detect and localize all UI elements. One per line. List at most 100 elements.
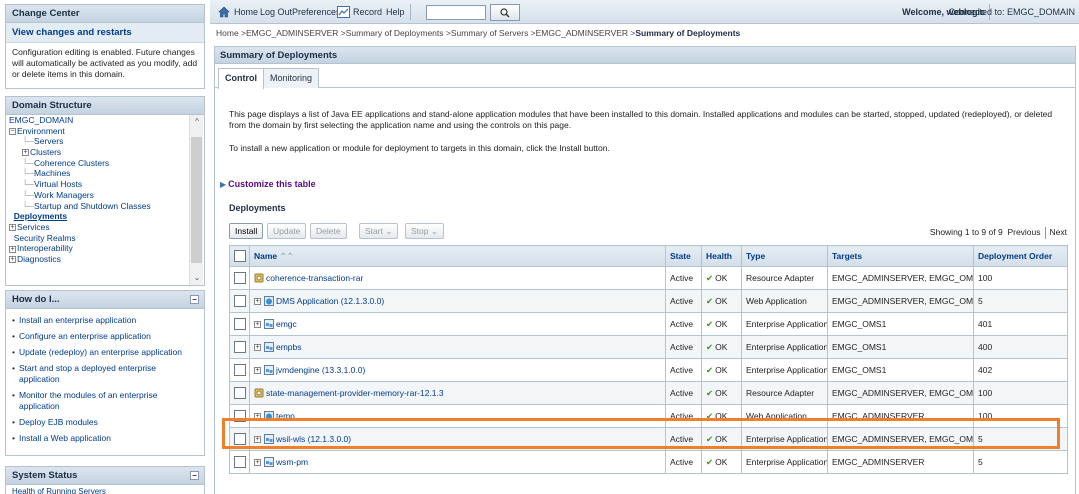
tree-item-label[interactable]: Diagnostics [17, 254, 61, 264]
customize-table-link[interactable]: ▶ Customize this table [220, 179, 316, 189]
tree-item-label[interactable]: Interoperability [17, 243, 73, 253]
tree-item[interactable]: └─Virtual Hosts [6, 179, 204, 190]
table-row[interactable]: + emgc Active ✔ OK Enterprise Application EMGC… [229, 312, 1068, 336]
how-do-i-link[interactable]: Install a Web application [12, 433, 198, 444]
tree-item-label[interactable]: Machines [34, 168, 70, 178]
row-checkbox[interactable] [234, 364, 246, 376]
tree-item[interactable]: + Diagnostics [6, 254, 204, 265]
expand-icon[interactable]: + [254, 435, 261, 443]
logout-link[interactable]: Log Out [260, 0, 292, 24]
home-icon[interactable] [218, 6, 230, 18]
table-row[interactable]: + jvmdengine (13.3.1.0.0) Active ✔ OK Enterpr… [229, 358, 1068, 382]
home-link[interactable]: Home [234, 0, 258, 24]
select-all-checkbox[interactable] [234, 250, 246, 262]
expand-icon[interactable]: + [254, 297, 261, 305]
deployment-name-link[interactable]: temp [276, 411, 295, 421]
start-dropdown[interactable]: Start ⌄ [359, 223, 399, 239]
tree-item[interactable]: + Clusters [6, 147, 204, 158]
deployment-name-link[interactable]: state-management-provider-memory-rar-12.… [266, 388, 444, 398]
health-column-header[interactable]: Health [701, 245, 742, 267]
scroll-thumb[interactable] [191, 137, 202, 263]
state-cell[interactable]: Active [665, 404, 702, 428]
state-cell[interactable]: Active [665, 381, 702, 405]
deployment-name-link[interactable]: wsm-pm [276, 457, 308, 467]
tree-item-label[interactable]: Startup and Shutdown Classes [34, 201, 151, 211]
deployment-name-link[interactable]: coherence-transaction-rar [266, 273, 363, 283]
tree-item-label[interactable]: Environment [17, 126, 65, 136]
order-column-header[interactable]: Deployment Order [973, 245, 1068, 267]
tree-item[interactable]: └─Servers [6, 136, 204, 147]
expand-icon[interactable]: + [254, 343, 261, 351]
tree-item[interactable]: Deployments [6, 211, 204, 222]
view-changes-link[interactable]: View changes and restarts [6, 23, 204, 43]
tree-item-label[interactable]: Virtual Hosts [34, 179, 82, 189]
expand-icon[interactable]: + [254, 412, 261, 420]
row-checkbox[interactable] [234, 295, 246, 307]
tree-root-label[interactable]: EMGC_DOMAIN [9, 115, 73, 125]
tree-item[interactable]: └─Work Managers [6, 190, 204, 201]
row-checkbox[interactable] [234, 318, 246, 330]
update-button[interactable]: Update [267, 223, 307, 239]
deployment-name-link[interactable]: emgc [276, 319, 297, 329]
tree-item[interactable]: − Environment [6, 126, 204, 137]
tree-item-label[interactable]: Security Realms [14, 233, 76, 243]
how-do-i-link[interactable]: Deploy EJB modules [12, 417, 198, 428]
state-cell[interactable]: Active [665, 427, 702, 451]
how-do-i-link[interactable]: Install an enterprise application [12, 315, 198, 326]
tree-item-label[interactable]: Work Managers [34, 190, 94, 200]
row-checkbox[interactable] [234, 456, 246, 468]
targets-column-header[interactable]: Targets [827, 245, 974, 267]
expand-icon[interactable]: + [9, 245, 16, 253]
help-link[interactable]: Help [386, 0, 405, 24]
state-cell[interactable]: Active [665, 335, 702, 359]
how-do-i-link[interactable]: Update (redeploy) an enterprise applicat… [12, 347, 198, 358]
expand-icon[interactable]: + [22, 149, 29, 157]
preferences-link[interactable]: Preferences [292, 0, 341, 24]
tree-item-label[interactable]: Clusters [30, 147, 61, 157]
tree-item[interactable]: └─Machines [6, 168, 204, 179]
expand-icon[interactable]: + [9, 256, 16, 264]
deployment-name-link[interactable]: wsil-wls (12.1.3.0.0) [276, 434, 351, 444]
scroll-down-icon[interactable]: ⌄ [192, 273, 202, 283]
state-cell[interactable]: Active [665, 312, 702, 336]
tree-item[interactable]: Security Realms [6, 233, 204, 244]
deployment-name-link[interactable]: jvmdengine (13.3.1.0.0) [276, 365, 365, 375]
tree-root[interactable]: EMGC_DOMAIN [6, 115, 204, 126]
state-cell[interactable]: Active [665, 450, 702, 474]
state-cell[interactable]: Active [665, 266, 702, 290]
breadcrumb-path[interactable]: Home >EMGC_ADMINSERVER >Summary of Deplo… [216, 28, 635, 38]
state-cell[interactable]: Active [665, 289, 702, 313]
scroll-up-icon[interactable]: ^ [192, 117, 202, 127]
tree-item[interactable]: + Interoperability [6, 243, 204, 254]
previous-link[interactable]: Previous [1007, 227, 1040, 237]
collapse-icon[interactable]: − [190, 471, 199, 480]
tree-item[interactable]: └─Startup and Shutdown Classes [6, 201, 204, 212]
table-row[interactable]: coherence-transaction-rar Active ✔ OK Resour… [229, 266, 1068, 290]
collapse-icon[interactable]: − [9, 127, 16, 135]
tree-item-label[interactable]: Servers [34, 136, 63, 146]
tree-item-label[interactable]: Coherence Clusters [34, 158, 109, 168]
tree-item[interactable]: + Services [6, 222, 204, 233]
tree-item-label[interactable]: Deployments [14, 211, 67, 221]
how-do-i-link[interactable]: Monitor the modules of an enterprise app… [12, 390, 198, 412]
expand-icon[interactable]: + [254, 320, 261, 328]
state-cell[interactable]: Active [665, 358, 702, 382]
row-checkbox[interactable] [234, 387, 246, 399]
collapse-icon[interactable]: − [190, 295, 199, 304]
record-link[interactable]: Record [353, 0, 382, 24]
tree-item[interactable]: └─Coherence Clusters [6, 158, 204, 169]
tab-monitoring[interactable]: Monitoring [263, 68, 320, 88]
stop-dropdown[interactable]: Stop ⌄ [405, 223, 444, 239]
table-row[interactable]: + DMS Application (12.1.3.0.0) Active ✔ OK We… [229, 289, 1068, 313]
search-input[interactable] [426, 5, 486, 20]
search-button[interactable] [490, 4, 520, 21]
row-checkbox[interactable] [234, 410, 246, 422]
expand-icon[interactable]: + [9, 224, 16, 232]
how-do-i-link[interactable]: Configure an enterprise application [12, 331, 198, 342]
sort-icon[interactable]: ⌃⌃ [280, 251, 294, 261]
expand-icon[interactable]: + [254, 366, 261, 374]
table-row[interactable]: state-management-provider-memory-rar-12.… [229, 381, 1068, 405]
delete-button[interactable]: Delete [310, 223, 347, 239]
deployment-name-link[interactable]: empbs [276, 342, 302, 352]
type-column-header[interactable]: Type [741, 245, 828, 267]
